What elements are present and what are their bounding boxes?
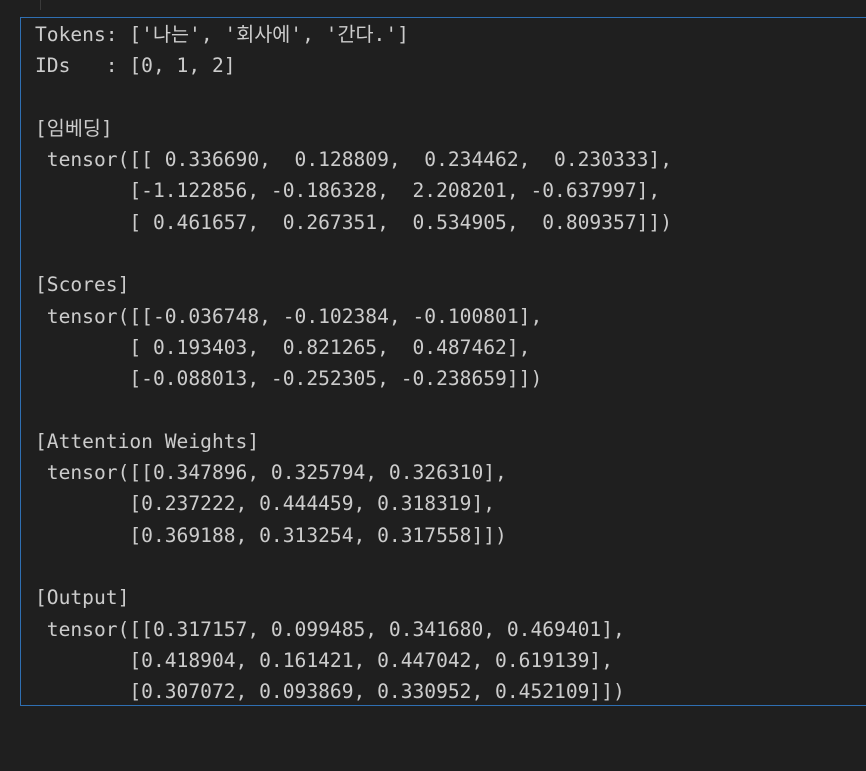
output-line-embedding-row: [-1.122856, -0.186328, 2.208201, -0.6379… [35,179,661,203]
output-line-blank [35,395,672,426]
output-line-blank [35,82,672,113]
output-line-scores-row: tensor([[-0.036748, -0.102384, -0.100801… [35,304,543,328]
output-line-blank [35,551,672,582]
output-line-attention-row: tensor([[0.347896, 0.325794, 0.326310], [35,461,507,485]
output-line-output-row: tensor([[0.317157, 0.099485, 0.341680, 0… [35,617,625,641]
output-line-scores-row: [-0.088013, -0.252305, -0.238659]]) [35,367,543,391]
output-line-attention-row: [0.237222, 0.444459, 0.318319], [35,492,496,516]
output-line-tokens: Tokens: ['나는', '회사에', '간다.'] [35,23,409,46]
output-line-embedding-row: [ 0.461657, 0.267351, 0.534905, 0.809357… [35,210,673,234]
output-line-blank [35,238,672,269]
output-section-scores-header: [Scores] [35,273,130,297]
output-line-scores-row: [ 0.193403, 0.821265, 0.487462], [35,335,531,359]
output-line-embedding-row: tensor([[ 0.336690, 0.128809, 0.234462, … [35,148,673,172]
output-text: Tokens: ['나는', '회사에', '간다.'] IDs : [0, 1,… [35,19,673,705]
output-line-ids: IDs : [0, 1, 2] [35,54,236,78]
output-line-output-row: [0.418904, 0.161421, 0.447042, 0.619139]… [35,648,614,672]
output-section-output-header: [Output] [35,586,130,610]
output-section-embedding-header: [임베딩] [35,116,113,140]
tab-divider [40,0,41,10]
output-section-attention-header: [Attention Weights] [35,429,260,453]
top-toolbar-strip [0,0,866,18]
cell-output-area[interactable]: Tokens: ['나는', '회사에', '간다.'] IDs : [0, 1,… [20,17,866,706]
output-line-output-row: [0.307072, 0.093869, 0.330952, 0.452109]… [35,680,625,704]
output-line-attention-row: [0.369188, 0.313254, 0.317558]]) [35,523,507,547]
